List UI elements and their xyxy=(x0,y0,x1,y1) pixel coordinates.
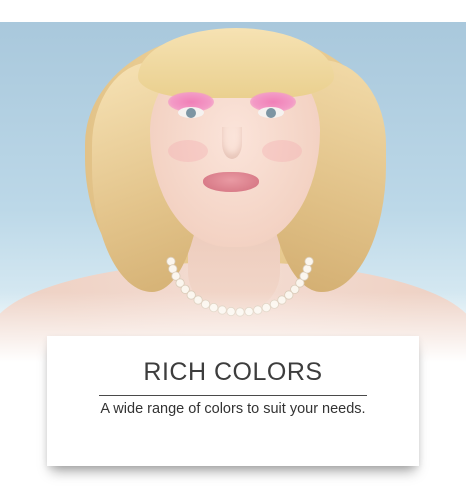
model-portrait-photo xyxy=(0,22,466,362)
product-feature-panel: RICH COLORS A wide range of colors to su… xyxy=(0,0,466,500)
title-divider xyxy=(99,395,367,396)
pearl xyxy=(302,264,312,274)
pearl xyxy=(304,256,314,266)
feature-title: RICH COLORS xyxy=(143,358,323,386)
pearl xyxy=(166,256,176,266)
feature-subtitle: A wide range of colors to suit your need… xyxy=(100,401,366,417)
feature-caption-card: RICH COLORS A wide range of colors to su… xyxy=(47,336,419,466)
